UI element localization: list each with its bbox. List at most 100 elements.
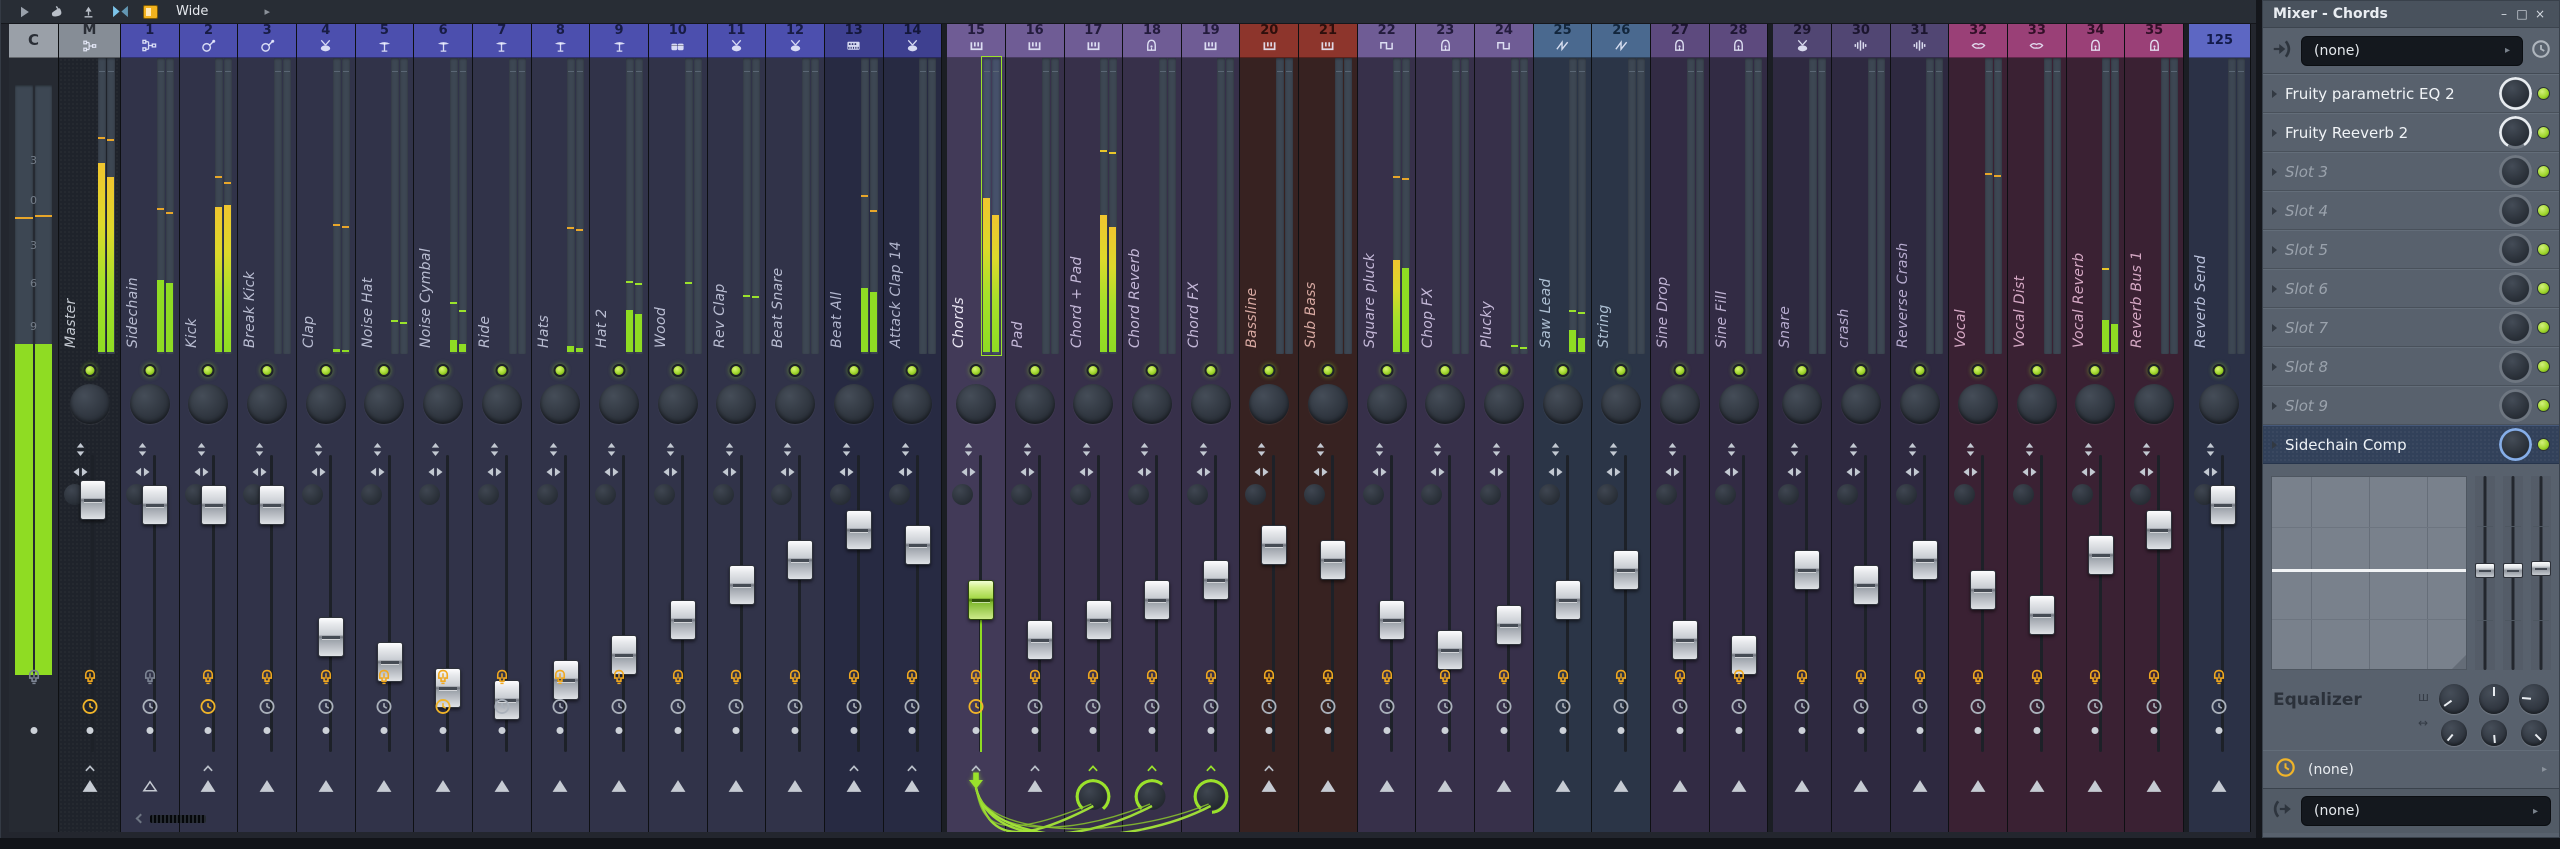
- leftright-arrows-icon[interactable]: [546, 463, 561, 482]
- fx-enable-lamp-icon[interactable]: [1495, 669, 1512, 686]
- eq-knob-2[interactable]: [2479, 684, 2509, 714]
- leftright-arrows-icon[interactable]: [1905, 463, 1920, 482]
- fx-enable-lamp-icon[interactable]: [968, 669, 985, 686]
- latency-clock-icon[interactable]: [669, 698, 686, 715]
- slot-mix-knob[interactable]: [2502, 197, 2529, 224]
- stereo-separation-knob[interactable]: [2130, 484, 2151, 505]
- fx-enable-lamp-icon[interactable]: [435, 669, 452, 686]
- updown-arrows-icon[interactable]: [1905, 441, 1920, 460]
- updown-arrows-icon[interactable]: [1846, 441, 1861, 460]
- volume-fader[interactable]: [1027, 620, 1053, 660]
- pan-knob[interactable]: [834, 384, 874, 424]
- leftright-arrows-icon[interactable]: [194, 463, 209, 482]
- track-header[interactable]: 7: [473, 24, 531, 58]
- route-to-master-switch[interactable]: [1794, 777, 1811, 789]
- audio-input-select[interactable]: (none) ▸: [2301, 36, 2523, 66]
- latency-clock-icon[interactable]: [200, 698, 217, 715]
- latency-clock-icon[interactable]: [968, 698, 985, 715]
- route-to-master-switch[interactable]: [1026, 777, 1043, 789]
- leftright-arrows-icon[interactable]: [898, 463, 913, 482]
- leftright-arrows-icon[interactable]: [1724, 463, 1739, 482]
- leftright-arrows-icon[interactable]: [1313, 463, 1328, 482]
- resize-corner-icon[interactable]: [2452, 655, 2466, 669]
- route-to-master-switch[interactable]: [376, 777, 393, 789]
- latency-clock-icon[interactable]: [787, 698, 804, 715]
- track-header[interactable]: 32: [1949, 24, 2007, 58]
- mixer-track-15[interactable]: 15 Chords: [947, 24, 1006, 832]
- fx-enable-lamp-icon[interactable]: [2211, 669, 2228, 686]
- fx-enable-lamp-icon[interactable]: [1970, 669, 1987, 686]
- volume-fader[interactable]: [201, 485, 227, 525]
- mute-led[interactable]: [1913, 364, 1926, 377]
- track-header[interactable]: 25: [1534, 24, 1592, 58]
- stereo-separation-knob[interactable]: [1128, 484, 1149, 505]
- latency-clock-icon[interactable]: [611, 698, 628, 715]
- latency-clock-icon[interactable]: [552, 698, 569, 715]
- stereo-separation-knob[interactable]: [1715, 484, 1736, 505]
- horizontal-scrollbar[interactable]: [137, 812, 206, 825]
- detach-icon[interactable]: [79, 4, 97, 20]
- track-header[interactable]: 15: [947, 24, 1005, 58]
- fx-enable-lamp-icon[interactable]: [1261, 669, 1278, 686]
- volume-fader[interactable]: [1261, 525, 1287, 565]
- stereo-separation-knob[interactable]: [771, 484, 792, 505]
- mixer-track-4[interactable]: 4 Clap: [297, 24, 356, 832]
- pan-knob[interactable]: [188, 384, 228, 424]
- latency-clock-icon[interactable]: [1437, 698, 1454, 715]
- volume-fader[interactable]: [968, 580, 994, 620]
- updown-arrows-icon[interactable]: [1254, 441, 1269, 460]
- leftright-arrows-icon[interactable]: [2139, 463, 2154, 482]
- fx-enable-lamp-icon[interactable]: [1026, 669, 1043, 686]
- volume-fader[interactable]: [259, 485, 285, 525]
- mute-led[interactable]: [378, 364, 391, 377]
- mute-led[interactable]: [1263, 364, 1276, 377]
- latency-clock-icon[interactable]: [2211, 698, 2228, 715]
- latency-clock-icon[interactable]: [1554, 698, 1571, 715]
- route-to-master-switch[interactable]: [435, 777, 452, 789]
- volume-fader[interactable]: [1144, 580, 1170, 620]
- route-to-master-switch[interactable]: [669, 777, 686, 789]
- mixer-track-12[interactable]: 12 Beat Snare: [766, 24, 825, 832]
- pan-knob[interactable]: [1367, 384, 1407, 424]
- mixer-track-20[interactable]: 20 Bassline: [1240, 24, 1299, 832]
- leftright-arrows-icon[interactable]: [1548, 463, 1563, 482]
- route-to-master-switch[interactable]: [904, 777, 921, 789]
- slot-enable-led[interactable]: [2537, 243, 2550, 256]
- maximize-button[interactable]: □: [2513, 7, 2531, 21]
- pan-knob[interactable]: [1249, 384, 1289, 424]
- stereo-separation-knob[interactable]: [1837, 484, 1858, 505]
- route-to-master-switch[interactable]: [552, 777, 569, 789]
- track-header[interactable]: 26: [1592, 24, 1650, 58]
- mixer-track-27[interactable]: 27 Sine Drop: [1651, 24, 1710, 832]
- latency-clock-icon[interactable]: [1495, 698, 1512, 715]
- leftright-arrows-icon[interactable]: [311, 463, 326, 482]
- latency-clock-icon[interactable]: [81, 698, 98, 715]
- leftright-arrows-icon[interactable]: [428, 463, 443, 482]
- slider-handle[interactable]: [2531, 561, 2551, 576]
- leftright-arrows-icon[interactable]: [839, 463, 854, 482]
- mixer-track-26[interactable]: 26 String: [1592, 24, 1651, 832]
- leftright-arrows-icon[interactable]: [1846, 463, 1861, 482]
- mute-led[interactable]: [1796, 364, 1809, 377]
- latency-clock-icon[interactable]: [2087, 698, 2104, 715]
- mixer-track-19[interactable]: 19 Chord FX: [1182, 24, 1241, 832]
- mute-led[interactable]: [437, 364, 450, 377]
- latency-clock-icon[interactable]: [2146, 698, 2163, 715]
- mixer-track-23[interactable]: 23 Chop FX: [1416, 24, 1475, 832]
- updown-arrows-icon[interactable]: [487, 441, 502, 460]
- volume-fader[interactable]: [2210, 485, 2236, 525]
- mute-led[interactable]: [2148, 364, 2161, 377]
- route-to-master-switch[interactable]: [1911, 777, 1928, 789]
- stereo-separation-knob[interactable]: [952, 484, 973, 505]
- updown-arrows-icon[interactable]: [1489, 441, 1504, 460]
- mixer-track-10[interactable]: 10 Wood: [649, 24, 708, 832]
- mixer-track-2[interactable]: 2 Kick: [180, 24, 239, 832]
- route-to-master-switch[interactable]: [2028, 777, 2045, 789]
- volume-fader[interactable]: [80, 480, 106, 520]
- fx-enable-lamp-icon[interactable]: [1554, 669, 1571, 686]
- send-level-knob[interactable]: [1138, 783, 1165, 810]
- slot-expand-icon[interactable]: [2272, 402, 2277, 410]
- updown-arrows-icon[interactable]: [663, 441, 678, 460]
- track-header[interactable]: 20: [1240, 24, 1298, 58]
- mixer-track-32[interactable]: 32 Vocal: [1949, 24, 2008, 832]
